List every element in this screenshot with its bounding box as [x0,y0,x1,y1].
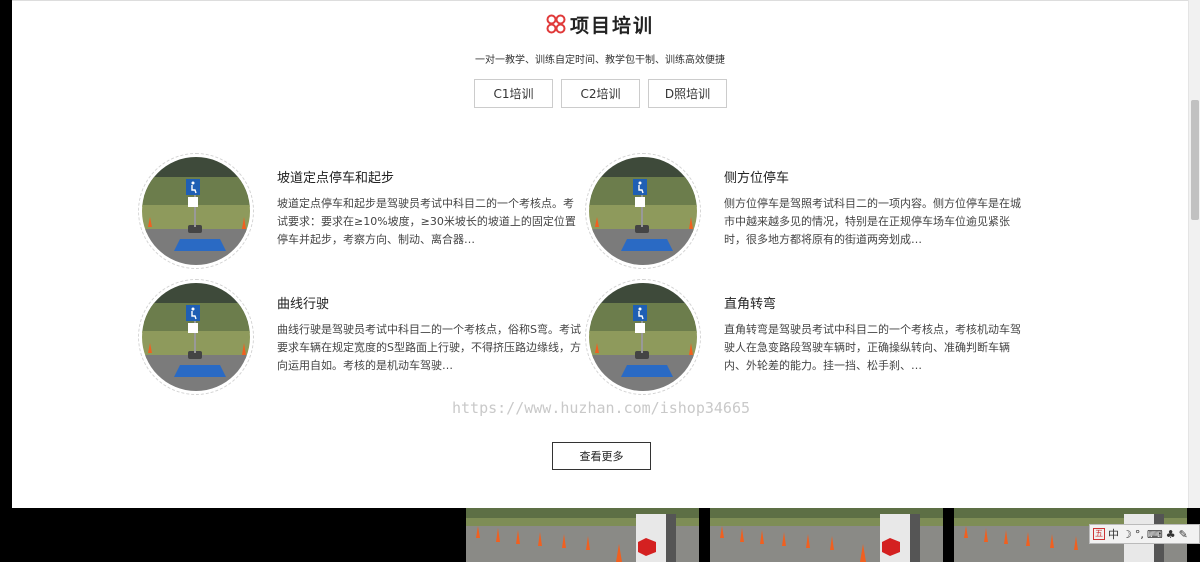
card-thumbnail[interactable] [589,157,697,265]
keyboard-icon[interactable]: ⌨ [1147,528,1163,541]
wrench-icon[interactable]: ✎ [1179,528,1188,541]
card-title[interactable]: 曲线行驶 [277,293,329,312]
gallery-photo[interactable] [710,508,943,562]
section-subtitle: 一对一教学、训练自定时间、教学包干制、训练高效便捷 [475,55,725,66]
parking-sign-photo [142,283,250,391]
moon-icon[interactable]: ☽ [1122,528,1132,541]
page: 项目培训 一对一教学、训练自定时间、教学包干制、训练高效便捷 C1培训 C2培训… [0,0,1200,562]
punctuation-icon[interactable]: °, [1135,528,1144,541]
card-description: 侧方位停车是驾照考试科目二的一项内容。侧方位停车是在城市中越来越多见的情况，特别… [724,197,1021,246]
card-thumbnail-frame [138,279,254,395]
page-scrollbar[interactable] [1188,0,1200,508]
tab-c2[interactable]: C2培训 [561,79,640,108]
card-thumbnail[interactable] [142,157,250,265]
parking-sign-photo [142,157,250,265]
card-thumbnail-frame [138,153,254,269]
section-header: 项目培训 [12,11,1188,37]
card-title[interactable]: 坡道定点停车和起步 [277,167,394,186]
grid-flower-icon [546,14,566,34]
tab-c1[interactable]: C1培训 [474,79,553,108]
parking-sign-photo [589,283,697,391]
tab-d[interactable]: D照培训 [648,79,727,108]
watermark: https://www.huzhan.com/ishop34665 [452,399,751,417]
ime-lang-toggle[interactable]: 中 [1108,526,1119,542]
card-thumbnail-frame [585,153,701,269]
card-title[interactable]: 侧方位停车 [724,167,789,186]
gallery-photo[interactable] [466,508,699,562]
traffic-cones-photo [710,508,943,562]
card-thumbnail-frame [585,279,701,395]
ime-logo-icon[interactable]: 五 [1093,528,1105,540]
card-description: 曲线行驶是驾驶员考试中科目二的一个考核点，俗称S弯。考试要求车辆在规定宽度的S型… [277,323,581,372]
settings-icon[interactable]: ♣ [1166,528,1176,541]
section-title: 项目培训 [569,14,654,37]
scrollbar-thumb[interactable] [1191,100,1199,220]
card-thumbnail[interactable] [142,283,250,391]
parking-sign-photo [589,157,697,265]
card-thumbnail[interactable] [589,283,697,391]
course-card[interactable]: 侧方位停车 侧方位停车是驾照考试科目二的一项内容。侧方位停车是在城市中越来越多见… [585,153,1035,273]
main-content: 项目培训 一对一教学、训练自定时间、教学包干制、训练高效便捷 C1培训 C2培训… [12,0,1188,508]
traffic-cones-photo [466,508,699,562]
ime-toolbar[interactable]: 五 中 ☽ °, ⌨ ♣ ✎ [1089,524,1200,544]
card-title[interactable]: 直角转弯 [724,293,776,312]
card-description: 坡道定点停车和起步是驾驶员考试中科目二的一个考核点。考试要求：要求在≥10%坡度… [277,197,576,246]
card-description: 直角转弯是驾驶员考试中科目二的一个考核点，考核机动车驾驶人在急变路段驾驶车辆时，… [724,323,1021,372]
course-card[interactable]: 坡道定点停车和起步 坡道定点停车和起步是驾驶员考试中科目二的一个考核点。考试要求… [138,153,588,273]
course-tabs: C1培训 C2培训 D照培训 [474,79,727,108]
course-card[interactable]: 直角转弯 直角转弯是驾驶员考试中科目二的一个考核点，考核机动车驾驶人在急变路段驾… [585,279,1035,399]
view-more-button[interactable]: 查看更多 [552,442,651,470]
course-card[interactable]: 曲线行驶 曲线行驶是驾驶员考试中科目二的一个考核点，俗称S弯。考试要求车辆在规定… [138,279,588,399]
